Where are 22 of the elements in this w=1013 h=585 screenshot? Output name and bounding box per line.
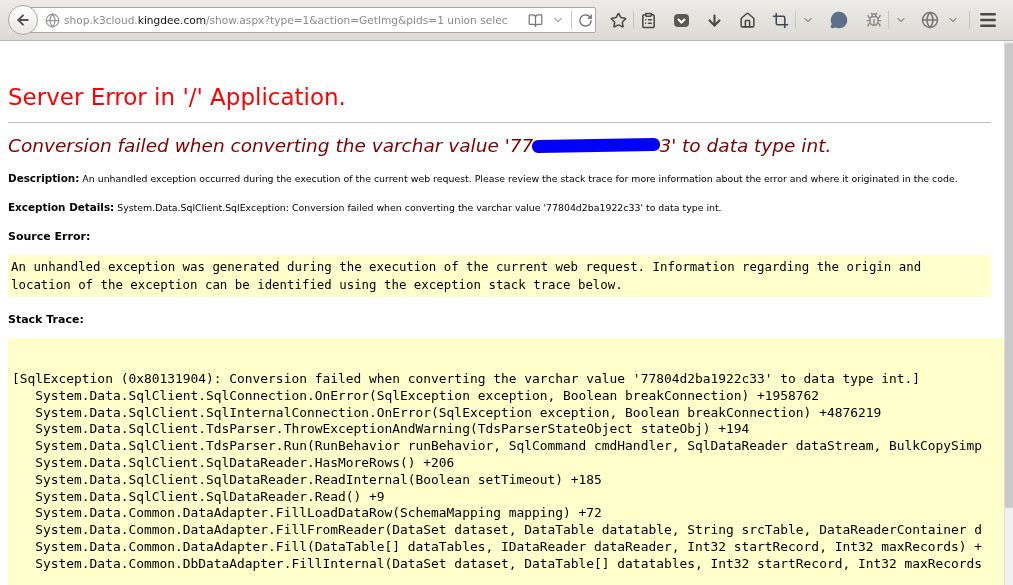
stack-trace-line: System.Data.SqlClient.SqlDataReader.Read() +9 xyxy=(34,488,386,506)
stack-trace-line: System.Data.Common.DataAdapter.FillFromReader(DataSet dataset, DataTable datatable, String srcTable, DataReaderContainer d xyxy=(34,522,984,539)
stack-trace-line: System.Data.Common.DataAdapter.Fill(DataTable[] dataTables, IDataReader dataReader, Int32 startRecord, Int32 maxRecords) + xyxy=(34,538,984,556)
stack-trace-line: System.Data.SqlClient.TdsParser.Run(RunBehavior runBehavior, SqlCommand cmdHandler, SqlDataReader dataStream, BulkCopySimp xyxy=(34,438,984,455)
exception-details-text: Exception Details: System.Data.SqlClient.SqlException: Conversion failed when converting the varchar value '77804d2ba1922c33' to data type int. xyxy=(8,201,723,213)
source-error-line: location of the exception can be identified using the exception stack trace below. xyxy=(11,276,624,294)
stack-trace-line: System.Data.Common.DataAdapter.FillLoadDataRow(SchemaMapping mapping) +72 xyxy=(34,505,603,523)
source-error-line: An unhandled exception was generated during the execution of the current web request. Information regarding the origin and xyxy=(11,258,923,276)
source-error-label: Source Error: xyxy=(8,230,92,243)
error-heading: 3' to data type int. xyxy=(659,135,832,156)
stack-trace-line: System.Data.SqlClient.SqlDataReader.ReadInternal(Boolean setTimeout) +185 xyxy=(34,471,603,489)
stack-trace-line: System.Data.SqlClient.TdsParser.ThrowExceptionAndWarning(TdsParserStateObject stateObj) +194 xyxy=(34,421,751,439)
stack-trace-line: System.Data.SqlClient.SqlConnection.OnError(SqlException exception, Boolean breakConnection) +1958762 xyxy=(34,387,821,405)
error-heading: Conversion failed when converting the varchar value '77 xyxy=(8,135,534,156)
url-field[interactable]: shop.k3cloud.kingdee.com/show.aspx?type=1&action=GetImg&pids=1 union selec xyxy=(28,7,596,33)
stack-trace-label: Stack Trace: xyxy=(8,313,85,326)
stack-trace-line: System.Data.Common.DbDataAdapter.FillInternal(DataSet dataset, DataTable[] datatables, Int32 startRecord, Int32 maxRecords xyxy=(34,555,984,573)
stack-trace-line: System.Data.SqlClient.SqlInternalConnection.OnError(SqlException exception, Boolean breakConnection) +4876219 xyxy=(34,404,883,422)
stack-trace-line: System.Data.SqlClient.SqlDataReader.HasMoreRows() +206 xyxy=(34,455,456,472)
page-title: Server Error in '/' Application. xyxy=(8,84,347,110)
description-text: Description: An unhandled exception occurred during the execution of the current web request. Please review the stack trace for more information about the error and where it originated in the code. xyxy=(8,172,959,184)
stack-trace-line: [SqlException (0x80131904): Conversion failed when converting the varchar value '77804d2ba1922c33' to data type int.] xyxy=(12,371,922,388)
